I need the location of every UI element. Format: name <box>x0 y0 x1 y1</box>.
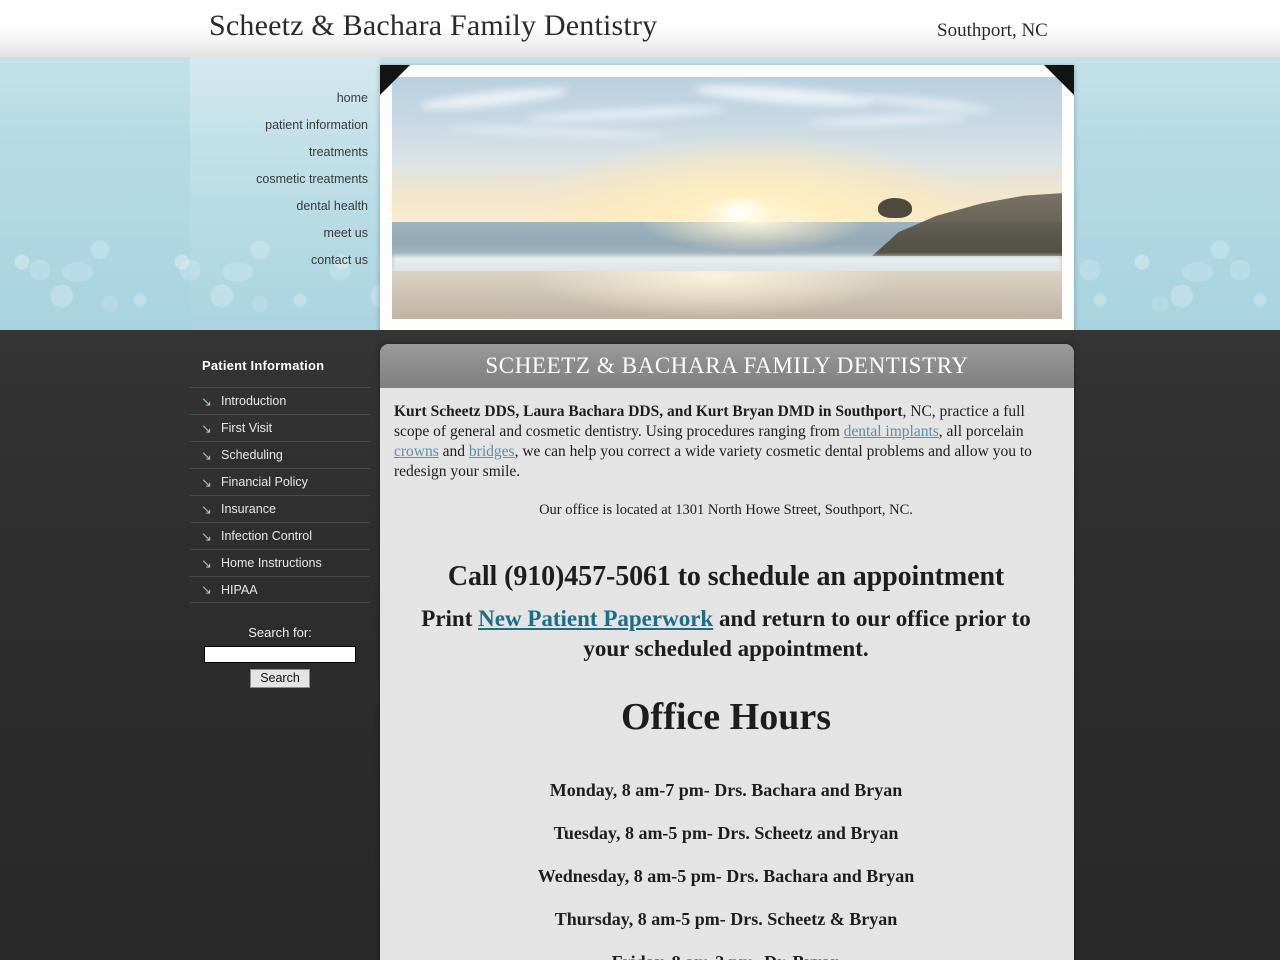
hours-row: Tuesday, 8 am-5 pm- Drs. Scheetz and Bry… <box>553 823 899 843</box>
nav-list: home patient information treatments cosm… <box>198 85 368 274</box>
new-patient-paperwork-link[interactable]: New Patient Paperwork <box>478 606 713 631</box>
arrow-down-right-icon: ↘ <box>201 582 212 597</box>
arrow-down-right-icon: ↘ <box>201 393 212 409</box>
office-address: Our office is located at 1301 North Howe… <box>539 502 913 518</box>
banner-photo-frame: (910) 457-5061 <box>380 65 1074 330</box>
hours-row: Friday, 8 am-2 pm- Dr. Bryan <box>394 952 1058 960</box>
top-navigation: home patient information treatments cosm… <box>190 57 380 330</box>
sidebar-heading: Patient Information <box>202 358 325 373</box>
nav-item-treatments[interactable]: treatments <box>198 139 368 166</box>
banner: home patient information treatments cosm… <box>0 57 1280 330</box>
nav-item-cosmetic-treatments[interactable]: cosmetic treatments <box>198 166 368 193</box>
nav-item-meet-us[interactable]: meet us <box>198 220 368 247</box>
sidebar-item-first-visit[interactable]: ↘ First Visit <box>190 414 370 441</box>
header-location: Southport, NC <box>937 20 1048 41</box>
sidebar-item-label: Home Instructions <box>221 556 322 570</box>
sidebar: Patient Information ↘ Introduction ↘ Fir… <box>190 358 370 688</box>
sidebar-item-home-instructions[interactable]: ↘ Home Instructions <box>190 549 370 576</box>
cloud <box>860 91 992 116</box>
photo-tree <box>878 198 912 218</box>
bridges-link[interactable]: bridges <box>469 443 515 460</box>
cloud <box>445 124 666 140</box>
sidebar-item-label: Introduction <box>221 394 287 408</box>
intro-text-3: and <box>438 443 469 460</box>
hours-row: Monday, 8 am-7 pm- Drs. Bachara and Brya… <box>549 780 903 800</box>
arrow-down-right-icon: ↘ <box>201 501 212 517</box>
arrow-down-right-icon: ↘ <box>201 420 212 436</box>
cloud <box>807 113 968 128</box>
search-form: Search for: Search <box>190 625 370 688</box>
call-to-action-phone: Call (910)457-5061 to schedule an appoin… <box>447 561 1005 592</box>
sidebar-item-label: HIPAA <box>221 582 258 597</box>
sidebar-item-hipaa[interactable]: ↘ HIPAA <box>190 576 370 603</box>
cloud <box>418 84 570 113</box>
arrow-down-right-icon: ↘ <box>201 528 212 544</box>
sidebar-item-label: Insurance <box>221 502 276 516</box>
sidebar-item-label: Infection Control <box>221 529 313 543</box>
page-body: Patient Information ↘ Introduction ↘ Fir… <box>0 330 1280 960</box>
nav-item-dental-health[interactable]: dental health <box>198 193 368 220</box>
search-button[interactable]: Search <box>250 669 310 688</box>
crowns-link[interactable]: crowns <box>394 443 439 460</box>
intro-paragraph: Kurt Scheetz DDS, Laura Bachara DDS, and… <box>394 402 1058 482</box>
content-panel-body: Kurt Scheetz DDS, Laura Bachara DDS, and… <box>380 388 1074 960</box>
sidebar-item-label: First Visit <box>221 421 273 435</box>
hours-row: Wednesday, 8 am-5 pm- Drs. Bachara and B… <box>537 866 915 886</box>
sidebar-item-scheduling[interactable]: ↘ Scheduling <box>190 441 370 468</box>
nav-item-patient-information[interactable]: patient information <box>198 112 368 139</box>
search-input[interactable] <box>204 645 356 663</box>
sidebar-item-insurance[interactable]: ↘ Insurance <box>190 495 370 522</box>
hours-row: Thursday, 8 am-5 pm- Drs. Scheetz & Brya… <box>554 909 898 929</box>
search-label: Search for: <box>248 625 312 640</box>
nav-item-home[interactable]: home <box>198 85 368 112</box>
content-panel-title: SCHEETZ & BACHARA FAMILY DENTISTRY <box>380 344 1074 388</box>
sidebar-item-introduction[interactable]: ↘ Introduction <box>190 387 370 414</box>
cloud <box>525 103 727 124</box>
call-to-action-paperwork: Print New Patient Paperwork and return t… <box>394 604 1058 664</box>
sidebar-item-label: Scheduling <box>221 448 283 462</box>
banner-photo <box>392 77 1062 319</box>
intro-lead: Kurt Scheetz DDS, Laura Bachara DDS, and… <box>394 403 903 420</box>
site-header: Scheetz & Bachara Family Dentistry South… <box>0 0 1280 57</box>
content-panel: SCHEETZ & BACHARA FAMILY DENTISTRY Kurt … <box>380 344 1074 960</box>
office-hours-heading: Office Hours <box>620 696 831 738</box>
intro-text-2: , all porcelain <box>938 423 1024 440</box>
cloud <box>693 81 874 109</box>
print-text-before: Print <box>421 606 479 631</box>
sidebar-item-infection-control[interactable]: ↘ Infection Control <box>190 522 370 549</box>
dental-implants-link[interactable]: dental implants <box>844 423 939 440</box>
arrow-down-right-icon: ↘ <box>201 555 212 571</box>
page-title: Scheetz & Bachara Family Dentistry <box>209 9 658 42</box>
arrow-down-right-icon: ↘ <box>201 447 212 463</box>
arrow-down-right-icon: ↘ <box>201 474 212 490</box>
sidebar-item-label: Financial Policy <box>221 475 308 489</box>
photo-beach <box>392 270 1062 319</box>
sidebar-item-financial-policy[interactable]: ↘ Financial Policy <box>190 468 370 495</box>
nav-item-contact-us[interactable]: contact us <box>198 247 368 274</box>
